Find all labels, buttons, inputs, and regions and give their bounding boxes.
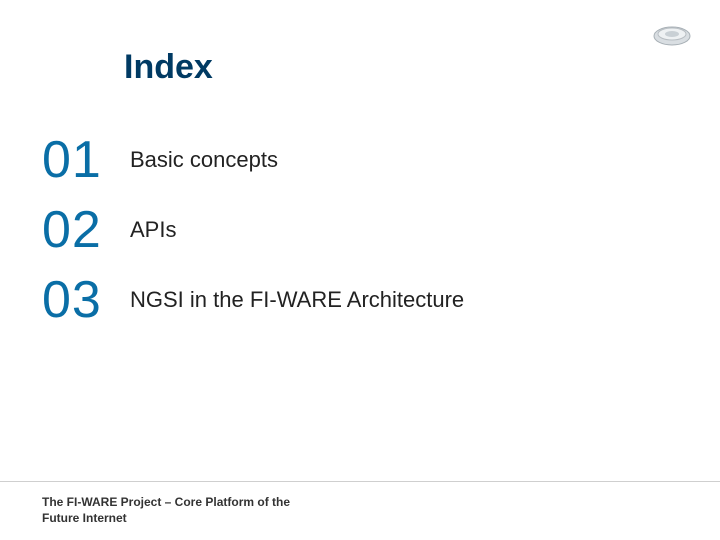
item-label: NGSI in the FI-WARE Architecture xyxy=(130,287,464,313)
item-label: Basic concepts xyxy=(130,147,278,173)
divider xyxy=(0,481,720,482)
footer-text: The FI-WARE Project – Core Platform of t… xyxy=(42,494,290,526)
slide: Index 01 Basic concepts 02 APIs 03 NGSI … xyxy=(0,0,720,540)
item-number: 01 xyxy=(42,130,124,190)
index-list: 01 Basic concepts 02 APIs 03 NGSI in the… xyxy=(42,130,464,340)
page-title: Index xyxy=(124,48,213,87)
list-item: 03 NGSI in the FI-WARE Architecture xyxy=(42,270,464,330)
list-item: 01 Basic concepts xyxy=(42,130,464,190)
item-label: APIs xyxy=(130,217,176,243)
logo-icon xyxy=(652,22,692,55)
item-number: 03 xyxy=(42,270,124,330)
item-number: 02 xyxy=(42,200,124,260)
list-item: 02 APIs xyxy=(42,200,464,260)
footer-line-1: The FI-WARE Project – Core Platform of t… xyxy=(42,494,290,510)
footer-line-2: Future Internet xyxy=(42,510,290,526)
